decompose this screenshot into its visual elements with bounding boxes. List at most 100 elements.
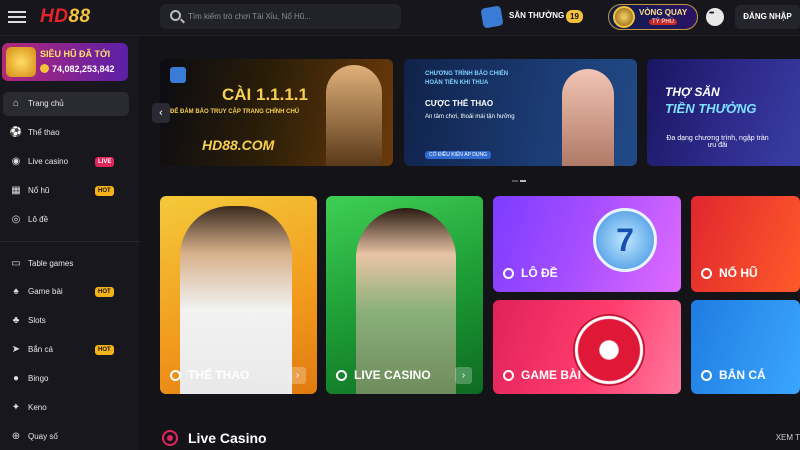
top-bar: HD88 SĂN THƯỞNG 19 VÒNG QUAY TỶ PHÚ ĐĂNG…: [0, 0, 800, 36]
lucky-seven-icon: 7: [593, 208, 657, 272]
card-image-player: [180, 206, 292, 394]
carousel-prev-button[interactable]: ‹: [152, 103, 170, 123]
reward-hunt-button[interactable]: SĂN THƯỞNG 19: [480, 5, 586, 29]
live-icon: [336, 369, 347, 381]
sidebar-item-table-games[interactable]: ▭ Table games: [0, 252, 139, 276]
reward-count-badge: 19: [566, 10, 583, 23]
lucky-wheel-button[interactable]: VÒNG QUAY TỶ PHÚ: [608, 4, 698, 30]
sidebar-item-label: Table games: [28, 259, 74, 268]
ticket-icon: [480, 5, 504, 29]
live-icon: ◉: [11, 156, 21, 167]
coin-icon: [40, 64, 49, 73]
sidebar-item-badge: HOT: [95, 345, 114, 355]
sidebar-item-label: Bắn cá: [28, 345, 53, 354]
banner-description: Đa dạng chương trình, ngập tràn ưu đãi: [666, 135, 769, 149]
sidebar-item-live-casino[interactable]: ◉ Live casino LIVE: [0, 150, 139, 174]
card-label: NỔ HŨ: [701, 266, 758, 280]
card-label-text: LÔ ĐỀ: [521, 266, 558, 280]
logo-text-88: 88: [68, 6, 91, 27]
jackpot-amount: 74,082,253,842: [40, 64, 115, 74]
sidebar-item-label: Quay số: [28, 432, 58, 441]
game-card-fishing[interactable]: BẮN CÁ: [691, 300, 800, 394]
card-label-text: GAME BÀI: [521, 368, 581, 382]
carousel-dot[interactable]: [512, 180, 518, 182]
sidebar-divider: [0, 241, 139, 242]
sidebar-item-label: Thể thao: [28, 128, 60, 137]
sidebar-item-quay-số[interactable]: ⊕ Quay số: [0, 425, 139, 449]
reward-label: SĂN THƯỞNG: [509, 11, 565, 20]
section-title: Live Casino: [188, 430, 267, 446]
banner-terms-badge: CÓ ĐIỀU KIỆN ÁP DỤNG: [425, 151, 491, 159]
card-label-text: THỂ THAO: [188, 368, 250, 382]
game-card-slots[interactable]: NỔ HŨ: [691, 196, 800, 292]
carousel-dots: [512, 169, 532, 182]
sidebar: SIÊU HŨ ĐÃ TỚI 74,082,253,842 ⌂ Trang chủ…: [0, 36, 139, 450]
search-box[interactable]: [160, 4, 401, 29]
sidebar-item-bắn-cá[interactable]: ➤ Bắn cá HOT: [0, 338, 139, 362]
chat-icon[interactable]: [706, 8, 724, 26]
sidebar-item-badge: HOT: [95, 287, 114, 297]
card-label: BẮN CÁ: [701, 368, 766, 382]
chevron-right-icon[interactable]: ›: [455, 367, 472, 384]
sidebar-item-label: Live casino: [28, 157, 69, 166]
game-card-live-casino[interactable]: LIVE CASINO ›: [326, 196, 483, 394]
promo-banner-cashback[interactable]: CHƯƠNG TRÌNH BẢO CHIẾN HOÀN TIỀN KHI THU…: [404, 59, 637, 166]
sidebar-item-keno[interactable]: ✦ Keno: [0, 396, 139, 420]
keno-icon: ✦: [11, 402, 21, 413]
sidebar-item-bingo[interactable]: ● Bingo: [0, 367, 139, 391]
banner-title: THỢ SĂN: [665, 85, 720, 99]
soccer-ball-icon: [170, 369, 181, 381]
sidebar-item-slots[interactable]: ♣ Slots: [0, 309, 139, 333]
slot-machine-icon: ▦: [11, 185, 21, 196]
card-label-text: NỔ HŨ: [719, 266, 758, 280]
sidebar-item-game-bài[interactable]: ♠ Game bài HOT: [0, 280, 139, 304]
sidebar-item-label: Lô đề: [28, 215, 49, 224]
lucky-draw-icon: ⊕: [11, 431, 21, 442]
game-card-sports[interactable]: THỂ THAO ›: [160, 196, 317, 394]
treasure-chest-icon: [6, 47, 36, 77]
carousel-dot-active[interactable]: [520, 180, 526, 182]
lottery-ball-icon: [503, 267, 514, 279]
login-button[interactable]: ĐĂNG NHẬP: [735, 5, 800, 29]
cards-icon: [503, 369, 514, 381]
chevron-right-icon[interactable]: ›: [289, 367, 306, 384]
banner-title: HOÀN TIỀN KHI THUA: [425, 80, 489, 86]
logo-text-hd: HD: [40, 6, 69, 27]
site-logo[interactable]: HD88: [40, 6, 91, 28]
search-icon: [170, 10, 181, 21]
sidebar-item-lô-đề[interactable]: ◎ Lô đề: [0, 208, 139, 232]
table-icon: ▭: [11, 258, 21, 269]
live-casino-section-header: Live Casino XEM T: [160, 428, 800, 448]
banner-model-image: [326, 65, 382, 166]
poker-chip-icon: [573, 314, 645, 386]
sidebar-item-nổ-hũ[interactable]: ▦ Nổ hũ HOT: [0, 179, 139, 203]
jackpot-banner[interactable]: SIÊU HŨ ĐÃ TỚI 74,082,253,842: [2, 43, 128, 81]
promo-banner-reward-hunter[interactable]: THỢ SĂN TIỀN THƯỞNG Đa dạng chương trình…: [647, 59, 800, 166]
slot-machine-icon: [701, 267, 712, 279]
fish-icon: [701, 369, 712, 381]
banner-model-image: [562, 69, 614, 166]
sidebar-item-badge: HOT: [95, 186, 114, 196]
game-card-lottery[interactable]: 7 LÔ ĐỀ: [493, 196, 681, 292]
sidebar-item-label: Nổ hũ: [28, 186, 50, 195]
card-label: LÔ ĐỀ: [503, 266, 558, 280]
game-card-card-games[interactable]: GAME BÀI: [493, 300, 681, 394]
sidebar-item-badge: LIVE: [95, 157, 115, 167]
bingo-icon: ●: [12, 373, 20, 384]
search-input[interactable]: [188, 4, 393, 29]
sidebar-item-label: Game bài: [28, 287, 63, 296]
see-all-link[interactable]: XEM T: [776, 433, 800, 442]
sidebar-item-thể-thao[interactable]: ⚽ Thể thao: [0, 121, 139, 145]
jackpot-title: SIÊU HŨ ĐÃ TỚI: [40, 49, 111, 59]
sidebar-item-label: Bingo: [28, 374, 49, 383]
wheel-sub-label: TỶ PHÚ: [649, 19, 678, 25]
banner-description: An tâm chơi, thoải mái tận hưởng: [425, 114, 515, 120]
soccer-ball-icon: ⚽: [9, 127, 23, 138]
banner-subtitle: ĐỂ ĐẢM BẢO TRUY CẬP TRANG CHÍNH CHỦ: [170, 109, 300, 115]
promo-banner-cloudflare[interactable]: CÀI 1.1.1.1 ĐỂ ĐẢM BẢO TRUY CẬP TRANG CH…: [160, 59, 393, 166]
sidebar-item-trang-chủ[interactable]: ⌂ Trang chủ: [0, 92, 139, 116]
banner-title: CÀI 1.1.1.1: [222, 85, 308, 104]
hamburger-menu-icon[interactable]: [8, 8, 26, 26]
fish-icon: ➤: [11, 344, 21, 355]
sidebar-item-label: Trang chủ: [28, 99, 64, 108]
